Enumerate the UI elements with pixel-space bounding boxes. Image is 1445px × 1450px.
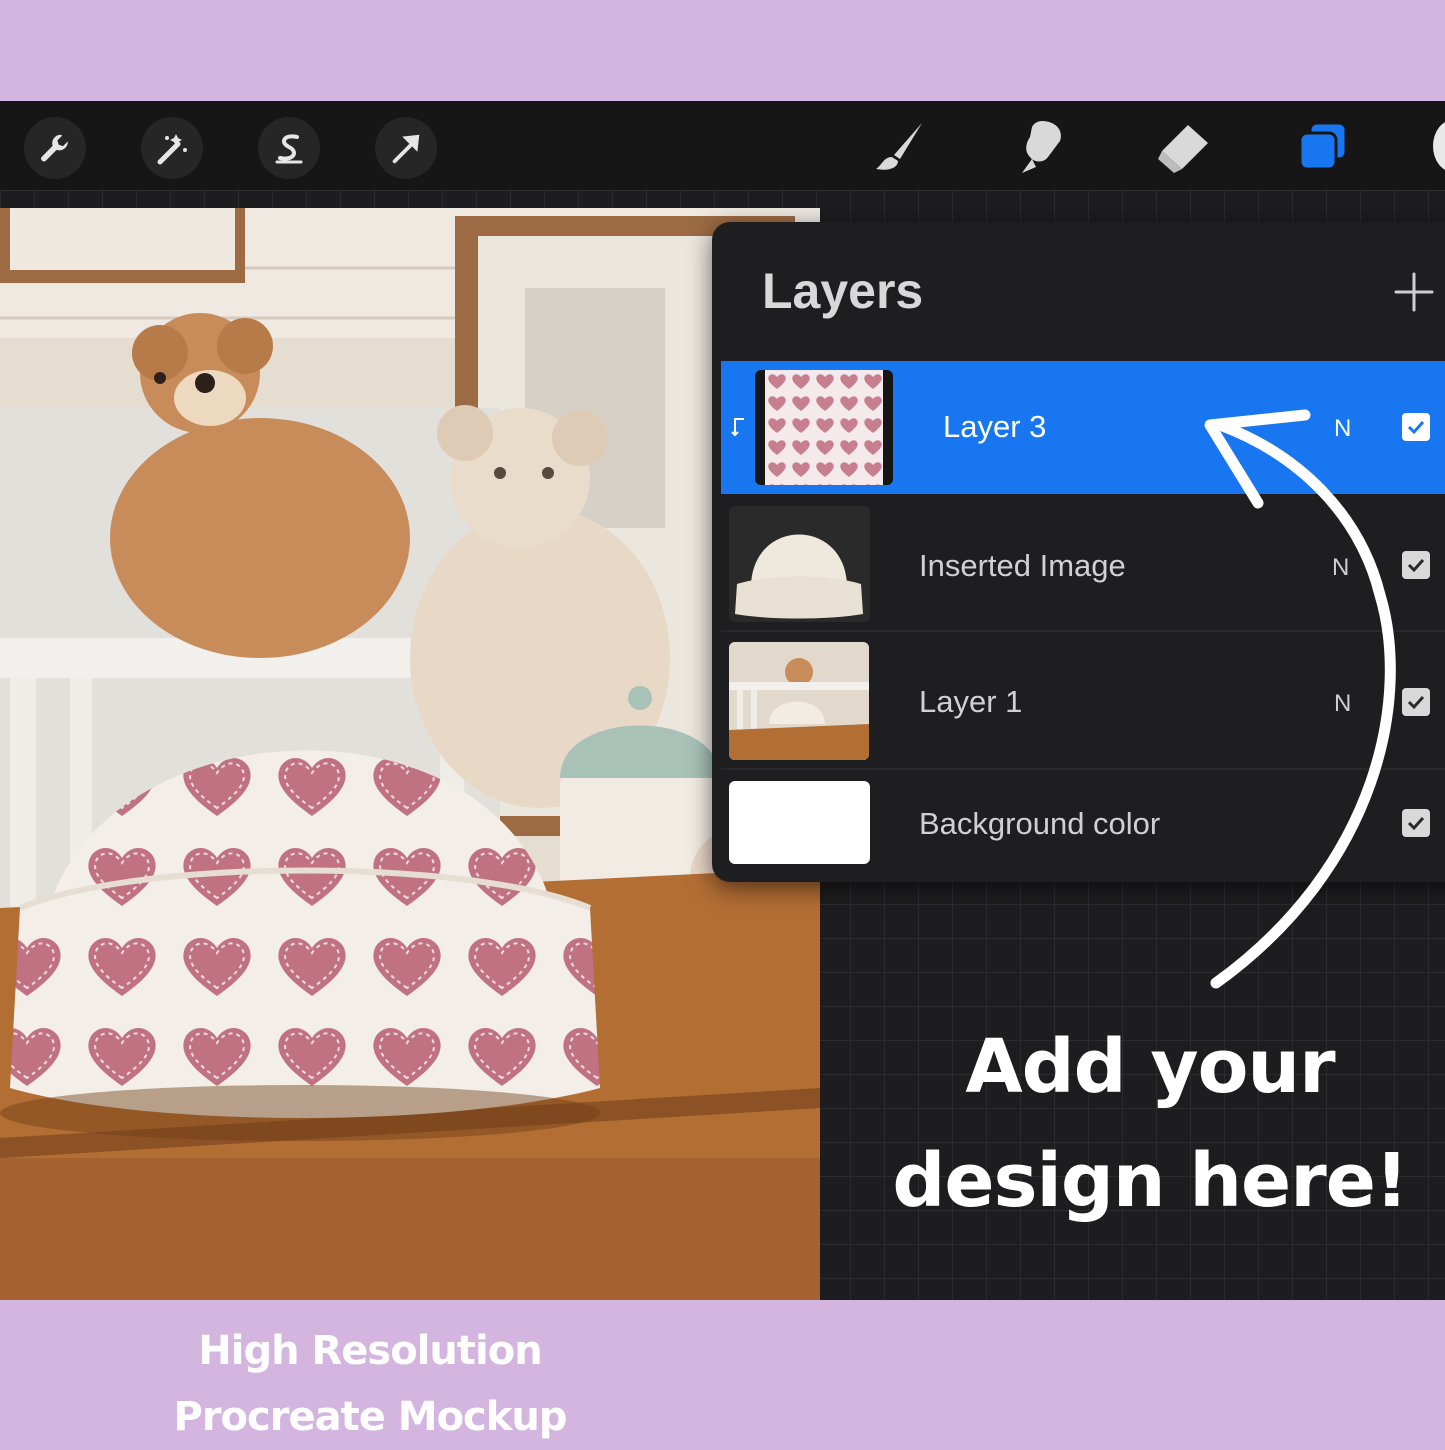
layers-button[interactable] — [1288, 113, 1356, 181]
layer-name: Layer 3 — [943, 409, 1047, 444]
top-purple-band — [0, 0, 1445, 101]
erase-button[interactable] — [1148, 113, 1216, 181]
layer-thumbnail-nursery-scene — [729, 642, 869, 760]
add-design-callout: Add your design here! — [880, 1010, 1420, 1238]
wrench-icon — [41, 134, 68, 162]
brush-icon — [876, 123, 922, 170]
selection-button[interactable] — [258, 117, 320, 179]
callout-line-2: design here! — [892, 1138, 1408, 1224]
layer-name: Layer 1 — [919, 684, 1023, 719]
transform-arrow-icon — [392, 134, 420, 164]
layer-thumbnail-heart-pattern — [755, 370, 893, 485]
adjustments-button[interactable] — [141, 117, 203, 179]
layer-name: Inserted Image — [919, 548, 1126, 583]
toolbar — [0, 101, 1445, 190]
selection-icon — [275, 134, 303, 164]
curved-arrow-icon — [1204, 409, 1396, 989]
caption-line-1: High Resolution — [198, 1328, 542, 1374]
layer-name: Background color — [919, 806, 1161, 841]
callout-line-1: Add your — [965, 1024, 1335, 1110]
mockup-canvas[interactable] — [0, 208, 820, 1300]
clipping-mask-icon — [731, 417, 747, 442]
actions-button[interactable] — [24, 117, 86, 179]
layers-icon — [1298, 121, 1348, 171]
smudge-button[interactable] — [1006, 113, 1074, 181]
add-layer-button[interactable] — [1390, 268, 1438, 316]
layers-panel-title: Layers — [762, 263, 924, 319]
smudge-icon — [1022, 121, 1061, 173]
transform-button[interactable] — [375, 117, 437, 179]
caption-line-2: Procreate Mockup — [173, 1394, 568, 1440]
mockup-caption: High Resolution Procreate Mockup — [140, 1318, 600, 1450]
plus-icon — [1394, 272, 1434, 312]
magic-wand-icon — [157, 134, 187, 165]
layer-thumbnail-white-fill — [729, 781, 870, 864]
paint-button[interactable] — [866, 113, 934, 181]
eraser-icon — [1158, 125, 1208, 173]
layer-thumbnail-beanie — [729, 506, 870, 622]
nursery-beanie-scene — [0, 208, 820, 1300]
